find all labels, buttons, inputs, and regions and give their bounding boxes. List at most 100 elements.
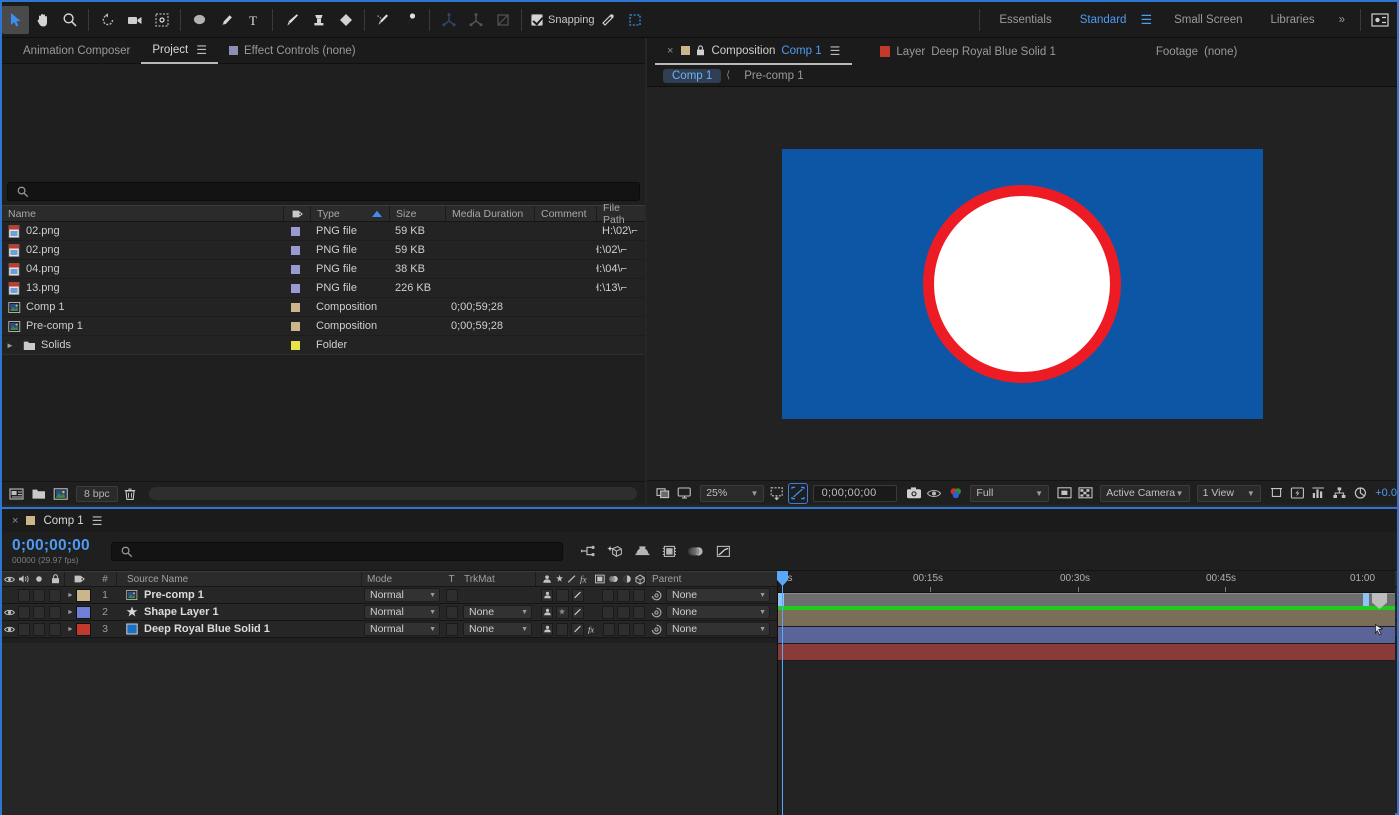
column-file-path[interactable]: File Path	[596, 202, 645, 226]
lock-icon-header[interactable]	[46, 572, 64, 586]
project-horizontal-scrollbar[interactable]	[148, 487, 637, 500]
tab-effect-controls[interactable]: Effect Controls (none)	[218, 38, 367, 64]
bit-depth-button[interactable]: 8 bpc	[76, 485, 118, 502]
timeline-graph-area[interactable]: 0s 00:15s 00:30s 00:45s 01:00	[777, 571, 1395, 815]
video-toggle[interactable]	[2, 587, 16, 603]
snapping-toggle[interactable]: Snapping	[531, 13, 595, 26]
always-preview-icon[interactable]	[655, 484, 672, 503]
breadcrumb-item-comp-1[interactable]: Comp 1	[663, 68, 722, 83]
preserve-transparency-cell[interactable]	[443, 621, 460, 637]
comp-flowchart-icon[interactable]	[1331, 484, 1348, 503]
folder-disclosure-triangle[interactable]: ►	[2, 341, 18, 350]
frame-blend-switch[interactable]	[602, 622, 615, 636]
workspace-libraries[interactable]: Libraries	[1256, 2, 1328, 38]
new-folder-icon[interactable]	[29, 484, 48, 503]
label-icon-header[interactable]	[64, 572, 94, 586]
effects-switch[interactable]	[587, 589, 599, 602]
list-item[interactable]: Comp 1 Composition 0;00;59;28	[2, 298, 645, 317]
shy-switch[interactable]	[541, 588, 554, 602]
frame-blend-switch[interactable]	[602, 605, 615, 619]
current-time-indicator[interactable]	[782, 571, 783, 815]
list-item[interactable]: ► Solids Folder	[2, 336, 645, 355]
disclosure-triangle-icon[interactable]: ►	[67, 609, 74, 616]
frame-blending-icon[interactable]	[660, 542, 679, 561]
snapping-target-icon[interactable]	[622, 6, 649, 34]
layer-bar-handle-icon[interactable]	[1373, 623, 1389, 637]
item-label-swatch[interactable]	[283, 260, 310, 278]
pen-tool[interactable]	[213, 6, 240, 34]
adjustment-switch[interactable]	[632, 588, 645, 602]
region-of-interest-icon[interactable]	[788, 482, 808, 504]
world-axis-mode-icon[interactable]	[462, 6, 489, 34]
parent-cell[interactable]: None ▼	[645, 621, 770, 637]
quality-switch[interactable]	[571, 622, 584, 636]
workspace-standard[interactable]: Standard	[1066, 2, 1141, 38]
tab-footage[interactable]: Footage (none)	[1144, 38, 1249, 65]
layer-bar-1[interactable]	[778, 610, 1395, 627]
magnification-dropdown[interactable]: 25% ▼	[700, 484, 765, 502]
type-tool[interactable]: T	[240, 6, 267, 34]
workspace-overflow-icon[interactable]: »	[1329, 2, 1355, 38]
project-search-input[interactable]	[7, 182, 640, 201]
preserve-transparency-cell[interactable]	[443, 587, 460, 603]
motion-blur-switch[interactable]	[617, 605, 630, 619]
item-name-cell[interactable]: 02.png	[2, 241, 283, 259]
puppet-pin-tool[interactable]	[397, 6, 424, 34]
mode-dropdown[interactable]: Normal ▼	[364, 588, 440, 602]
time-ruler[interactable]: 0s 00:15s 00:30s 00:45s 01:00	[778, 571, 1395, 593]
parent-dropdown[interactable]: None ▼	[666, 588, 770, 602]
layer-disclosure-and-color[interactable]: ►	[64, 604, 94, 620]
list-item[interactable]: 04.png PNG file 38 KB H:\04\⌐	[2, 260, 645, 279]
work-area-start-handle[interactable]	[778, 593, 784, 606]
toggle-mask-and-shape-path-icon[interactable]	[1056, 484, 1073, 503]
rotation-tool[interactable]	[94, 6, 121, 34]
motion-blur-switch[interactable]	[617, 622, 630, 636]
adjustment-switch[interactable]	[632, 622, 646, 636]
draft-3d-icon[interactable]	[606, 542, 625, 561]
local-axis-mode-icon[interactable]	[435, 6, 462, 34]
preserve-transparency-cell[interactable]	[443, 604, 460, 620]
tab-composition-comp-1[interactable]: × Composition Comp 1 ☰	[655, 38, 853, 65]
tab-animation-composer[interactable]: Animation Composer	[12, 38, 141, 64]
motion-blur-switch[interactable]	[617, 588, 630, 602]
close-icon[interactable]: ×	[12, 515, 18, 527]
camera-view-dropdown[interactable]: Active Camera ▼	[1100, 484, 1190, 502]
layer-label-color[interactable]	[75, 622, 91, 636]
tab-project[interactable]: Project ☰	[141, 38, 218, 64]
effects-switch[interactable]	[587, 606, 599, 619]
view-layout-dropdown[interactable]: 1 View ▼	[1196, 484, 1261, 502]
adjustment-switch[interactable]	[632, 605, 645, 619]
layer-label-color[interactable]	[75, 588, 91, 602]
shy-switch[interactable]	[541, 622, 554, 636]
column-comment[interactable]: Comment	[534, 206, 596, 221]
trkmat-cell[interactable]: None ▼	[460, 604, 535, 620]
panel-menu-icon[interactable]: ☰	[196, 43, 207, 57]
tab-layer[interactable]: Layer Deep Royal Blue Solid 1	[868, 38, 1067, 65]
graph-editor-icon[interactable]	[714, 542, 733, 561]
camera-tool[interactable]	[121, 6, 148, 34]
search-help-icon[interactable]	[1366, 6, 1393, 34]
shy-switch[interactable]	[541, 605, 554, 619]
list-item[interactable]: Pre-comp 1 Composition 0;00;59;28	[2, 317, 645, 336]
panel-menu-icon[interactable]: ☰	[830, 44, 841, 58]
disclosure-triangle-icon[interactable]: ►	[67, 626, 74, 633]
layer-disclosure-and-color[interactable]: ►	[64, 621, 94, 637]
resolution-dropdown[interactable]: Full ▼	[970, 484, 1049, 502]
column-type[interactable]: Type	[310, 206, 389, 221]
lock-toggle[interactable]	[46, 604, 64, 620]
delete-icon[interactable]	[121, 484, 140, 503]
audio-toggle[interactable]	[16, 587, 32, 603]
clone-stamp-tool[interactable]	[305, 6, 332, 34]
share-view-options-icon[interactable]	[1268, 484, 1285, 503]
motion-blur-icon[interactable]	[687, 542, 706, 561]
item-label-swatch[interactable]	[283, 241, 310, 259]
show-snapshot-icon[interactable]	[926, 484, 943, 503]
audio-icon-header[interactable]	[16, 572, 32, 586]
video-icon-header[interactable]	[2, 572, 16, 586]
quality-switch[interactable]	[571, 605, 584, 619]
item-label-swatch[interactable]	[283, 336, 310, 354]
video-toggle[interactable]	[2, 604, 16, 620]
workspace-essentials[interactable]: Essentials	[985, 2, 1065, 38]
layer-source-name-cell[interactable]: Deep Royal Blue Solid 1	[116, 621, 361, 637]
effects-switch[interactable]: fx	[587, 623, 600, 636]
